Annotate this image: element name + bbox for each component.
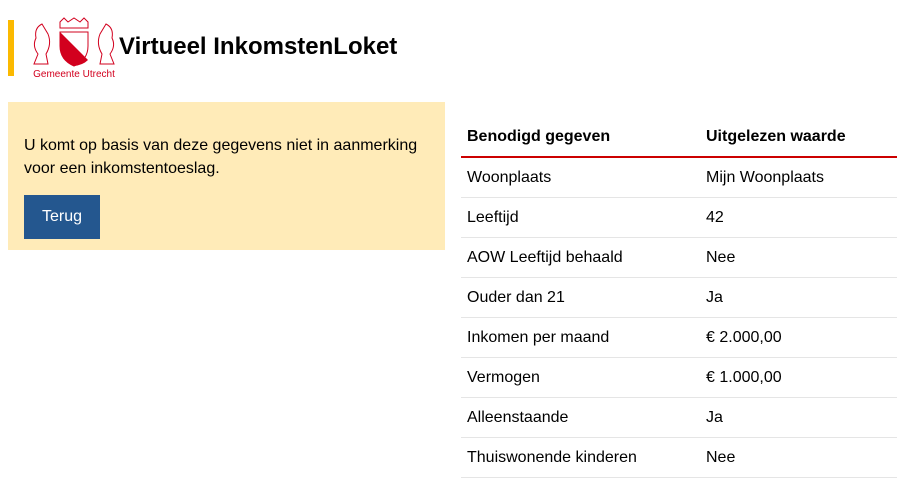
field-cell: Woonplaats	[461, 157, 700, 198]
table-row: Thuiswonende kinderen Nee	[461, 437, 897, 478]
value-cell: Ja	[700, 397, 897, 438]
table-row: Ouder dan 21 Ja	[461, 277, 897, 318]
gemeente-utrecht-logo: Gemeente Utrecht	[33, 17, 115, 80]
table-row: AOW Leeftijd behaald Nee	[461, 237, 897, 278]
back-button[interactable]: Terug	[24, 195, 100, 239]
page-title: Virtueel InkomstenLoket	[119, 33, 398, 60]
svg-text:Gemeente Utrecht: Gemeente Utrecht	[33, 69, 115, 80]
value-cell: € 2.000,00	[700, 317, 897, 358]
notice-message: U komt op basis van deze gegevens niet i…	[24, 137, 418, 177]
value-cell: Mijn Woonplaats	[700, 157, 897, 198]
column-header: Benodigd gegeven	[461, 117, 700, 158]
field-cell: Ouder dan 21	[461, 277, 700, 318]
accent-bar	[8, 20, 14, 76]
data-table: Benodigd gegeven Uitgelezen waarde Woonp…	[461, 117, 897, 478]
field-cell: Vermogen	[461, 357, 700, 398]
value-cell: Nee	[700, 437, 897, 478]
field-cell: Thuiswonende kinderen	[461, 437, 700, 478]
column-header: Uitgelezen waarde	[700, 117, 897, 158]
value-cell: € 1.000,00	[700, 357, 897, 398]
table-row: Leeftijd 42	[461, 197, 897, 238]
table-row: Inkomen per maand € 2.000,00	[461, 317, 897, 358]
field-cell: Inkomen per maand	[461, 317, 700, 358]
table-row: Alleenstaande Ja	[461, 397, 897, 438]
field-cell: Alleenstaande	[461, 397, 700, 438]
table-row: Vermogen € 1.000,00	[461, 357, 897, 398]
value-cell: Ja	[700, 277, 897, 318]
field-cell: Leeftijd	[461, 197, 700, 238]
ineligible-notice: U komt op basis van deze gegevens niet i…	[8, 102, 445, 250]
value-cell: 42	[700, 197, 897, 238]
value-cell: Nee	[700, 237, 897, 278]
field-cell: AOW Leeftijd behaald	[461, 237, 700, 278]
table-row: Woonplaats Mijn Woonplaats	[461, 157, 897, 198]
